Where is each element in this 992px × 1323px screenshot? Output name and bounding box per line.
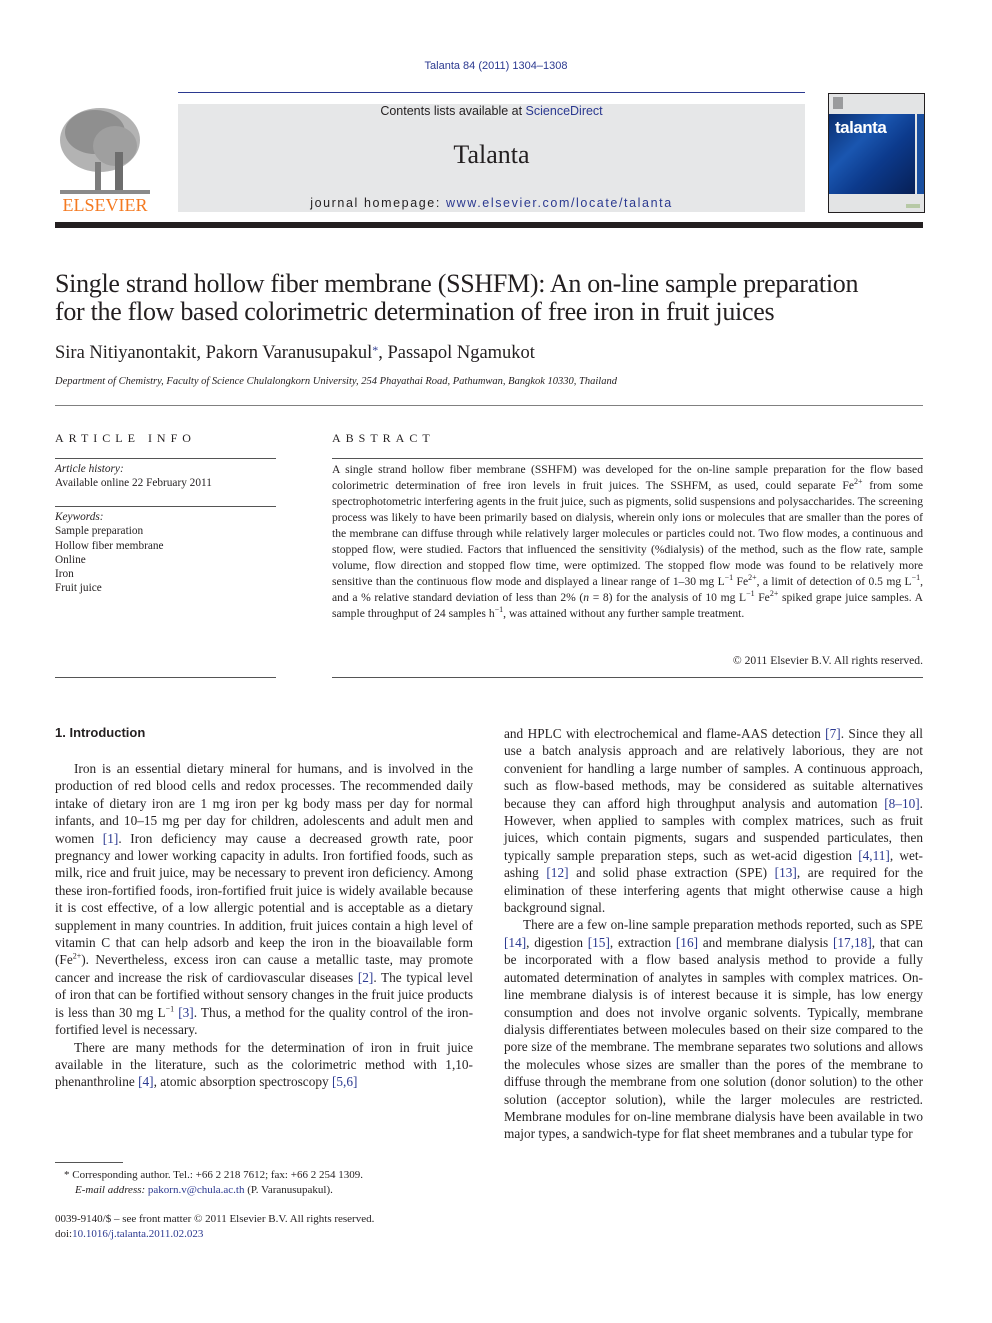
cover-band-edge [917, 114, 924, 194]
abstract-heading: ABSTRACT [332, 431, 435, 445]
article-info-heading: ARTICLE INFO [55, 431, 196, 445]
keyword: Online [55, 553, 86, 566]
keywords-rule [55, 506, 276, 507]
contents-prefix: Contents lists available at [380, 104, 526, 118]
affiliation: Department of Chemistry, Faculty of Scie… [55, 376, 617, 387]
history-value: Available online 22 February 2011 [55, 477, 212, 490]
reference-link[interactable]: [8–10] [884, 796, 919, 811]
paragraph: There are a few on-line sample preparati… [504, 916, 923, 1142]
reference-link[interactable]: [4] [138, 1074, 154, 1089]
cover-title: talanta [835, 118, 887, 137]
reference-link[interactable]: [1] [103, 831, 119, 846]
reference-link[interactable]: [2] [358, 970, 374, 985]
doi-line: doi:10.1016/j.talanta.2011.02.023 [55, 1227, 374, 1242]
keywords: Keywords: Sample preparation Hollow fibe… [55, 510, 164, 596]
author: Sira Nitiyanontakit [55, 343, 197, 363]
cover-logo-icon [833, 97, 843, 109]
homepage-line: journal homepage: www.elsevier.com/locat… [178, 196, 805, 210]
paragraph: Iron is an essential dietary mineral for… [55, 760, 473, 1039]
article-title: Single strand hollow fiber membrane (SSH… [55, 270, 925, 326]
text-run: and membrane dialysis [698, 934, 833, 950]
title-rule [55, 405, 923, 406]
corresponding-author-note: * Corresponding author. Tel.: +66 2 218 … [64, 1169, 363, 1181]
footnote-rule [55, 1162, 123, 1163]
reference-link[interactable]: [15] [588, 935, 610, 950]
article-info-bottom-rule [55, 677, 276, 678]
reference-link[interactable]: [7] [825, 726, 841, 741]
author: Passapol Ngamukot [387, 343, 535, 363]
keyword: Iron [55, 568, 74, 581]
front-matter-text: 0039-9140/$ – see front matter © 2011 El… [55, 1213, 375, 1225]
journal-name: Talanta [453, 140, 530, 169]
history-label: Article history: [55, 463, 124, 475]
email-suffix: (P. Varanusupakul). [244, 1183, 333, 1196]
abstract-text: A single strand hollow fiber membrane (S… [332, 463, 923, 620]
superscript: −1 [165, 1004, 175, 1014]
paragraph-continued: and HPLC with electrochemical and flame-… [504, 725, 923, 916]
reference-link[interactable]: [13] [775, 865, 797, 880]
email-link[interactable]: pakorn.v@chula.ac.th [148, 1184, 245, 1196]
article-history: Article history: Available online 22 Feb… [55, 462, 212, 491]
cover-publisher-icon [906, 204, 920, 208]
text-run: , atomic absorption spectroscopy [153, 1074, 332, 1090]
title-line: Single strand hollow fiber membrane (SSH… [55, 269, 859, 298]
text-run: , that can be incorporated with a flow b… [504, 934, 923, 1142]
keyword: Sample preparation [55, 525, 144, 538]
keyword: Fruit juice [55, 582, 102, 595]
reference-link[interactable]: [5,6] [332, 1074, 357, 1089]
text-run: and solid phase extraction (SPE) [568, 865, 775, 881]
reference-link[interactable]: [3] [178, 1005, 194, 1020]
author-list: Sira Nitiyanontakit, Pakorn Varanusupaku… [55, 343, 535, 364]
email-line: E-mail address: pakorn.v@chula.ac.th (P.… [64, 1183, 363, 1198]
header-thick-rule [55, 222, 923, 228]
author-separator: , [196, 343, 206, 363]
keyword: Hollow fiber membrane [55, 539, 164, 552]
abstract-bottom-rule [332, 677, 923, 678]
front-matter: 0039-9140/$ – see front matter © 2011 El… [55, 1212, 374, 1241]
text-run: , digestion [526, 934, 588, 950]
body-column-right: and HPLC with electrochemical and flame-… [504, 725, 923, 1143]
reference-link[interactable]: [14] [504, 935, 526, 950]
header-rule [178, 92, 805, 93]
abstract-rule [332, 458, 923, 459]
text-run: There are a few on-line sample preparati… [523, 917, 923, 933]
article-info-rule [55, 458, 276, 459]
text-run: and HPLC with electrochemical and flame-… [504, 726, 826, 741]
journal-banner: Contents lists available at ScienceDirec… [178, 104, 805, 212]
reference-link[interactable]: [12] [546, 865, 568, 880]
doi-prefix: doi: [55, 1227, 73, 1240]
homepage-prefix: journal homepage: [310, 196, 447, 210]
paragraph: There are many methods for the determina… [55, 1039, 473, 1091]
abstract-copyright: © 2011 Elsevier B.V. All rights reserved… [732, 654, 923, 667]
author: Pakorn Varanusupakul [205, 343, 373, 363]
contents-line: Contents lists available at ScienceDirec… [178, 104, 805, 118]
body-column-left: Iron is an essential dietary mineral for… [55, 760, 473, 1091]
elsevier-tree-icon: ELSEVIER [55, 102, 155, 215]
section-heading-introduction: 1. Introduction [55, 725, 146, 740]
doi-link[interactable]: 10.1016/j.talanta.2011.02.023 [72, 1228, 203, 1240]
superscript: 2+ [72, 952, 82, 962]
sciencedirect-link[interactable]: ScienceDirect [526, 104, 603, 118]
reference-link[interactable]: [16] [676, 935, 698, 950]
reference-link[interactable]: [17,18] [833, 935, 872, 950]
reference-link[interactable]: [4,11] [858, 848, 890, 863]
text-run: . Iron deficiency may cause a decreased … [55, 830, 473, 968]
title-line: for the flow based colorimetric determin… [55, 297, 775, 326]
text-run: , extraction [609, 934, 676, 950]
elsevier-logo: ELSEVIER [55, 102, 155, 215]
journal-cover[interactable]: talanta [828, 93, 925, 213]
journal-citation[interactable]: Talanta 84 (2011) 1304–1308 [0, 60, 992, 72]
homepage-link[interactable]: www.elsevier.com/locate/talanta [446, 196, 673, 210]
footnote-corresponding: * Corresponding author. Tel.: +66 2 218 … [64, 1168, 363, 1197]
email-label: E-mail address: [75, 1183, 146, 1196]
elsevier-wordmark: ELSEVIER [63, 195, 148, 214]
keywords-label: Keywords: [55, 511, 104, 523]
